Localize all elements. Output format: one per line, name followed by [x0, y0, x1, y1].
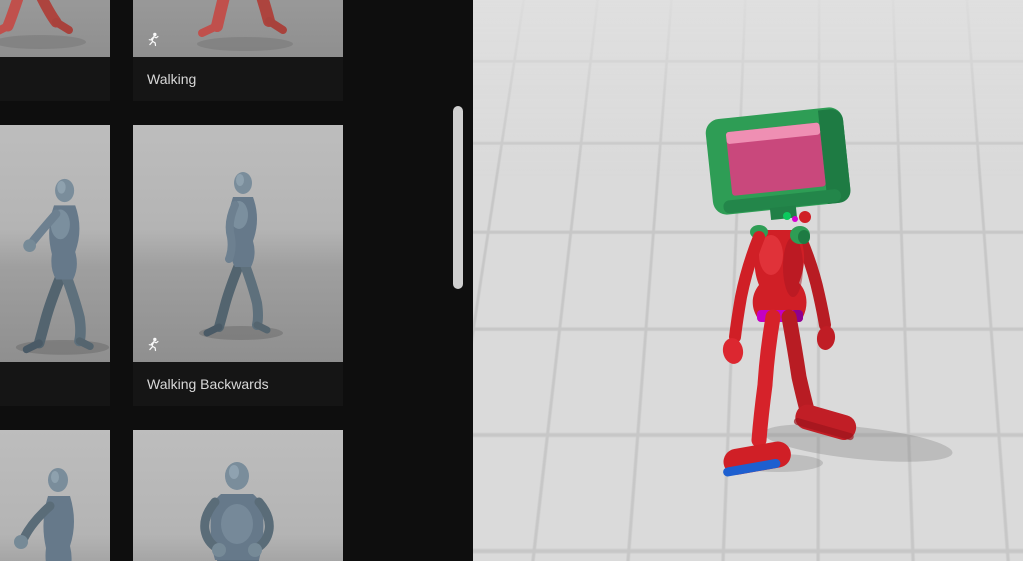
animation-name: Walking Backwards	[147, 376, 269, 392]
character-neck-dots	[783, 211, 811, 223]
character-head	[705, 107, 851, 221]
animation-card-label: Walking Backwards	[133, 362, 343, 406]
animation-card-label	[0, 362, 110, 406]
thumbnail-figure-mannequin	[15, 178, 110, 355]
animation-card[interactable]	[133, 430, 343, 561]
thumbnail-figure-red-legs	[197, 0, 293, 51]
animation-thumbnail[interactable]	[133, 0, 343, 57]
animation-thumbnail[interactable]	[0, 430, 110, 561]
thumbnail-figure-mannequin	[14, 468, 74, 561]
animation-thumbnail[interactable]	[0, 125, 110, 362]
animation-card[interactable]: Walking Backwards	[133, 125, 343, 406]
animation-thumbnail[interactable]	[133, 125, 343, 362]
thumbnail-figure-red-legs	[0, 0, 86, 49]
character-model	[705, 107, 953, 477]
animation-thumbnail[interactable]	[133, 430, 343, 561]
animation-card[interactable]	[0, 125, 110, 406]
animation-name: Walking	[147, 71, 197, 87]
animation-card-label	[0, 57, 110, 101]
animation-card-label: Walking	[133, 57, 343, 101]
animation-card[interactable]	[0, 0, 110, 101]
animation-card[interactable]: Walking	[133, 0, 343, 101]
animation-thumbnail[interactable]	[0, 0, 110, 57]
scrollbar-thumb[interactable]	[453, 106, 463, 289]
viewport-3d[interactable]	[473, 0, 1023, 561]
run-icon	[145, 337, 160, 352]
animations-sidebar: Walking Walking Backwards	[0, 0, 473, 561]
thumbnail-figure-mannequin	[199, 172, 283, 340]
thumbnail-figure-mannequin	[200, 462, 274, 561]
animation-card[interactable]	[0, 430, 110, 561]
run-icon	[145, 32, 160, 47]
app-root: Walking Walking Backwards	[0, 0, 1023, 561]
